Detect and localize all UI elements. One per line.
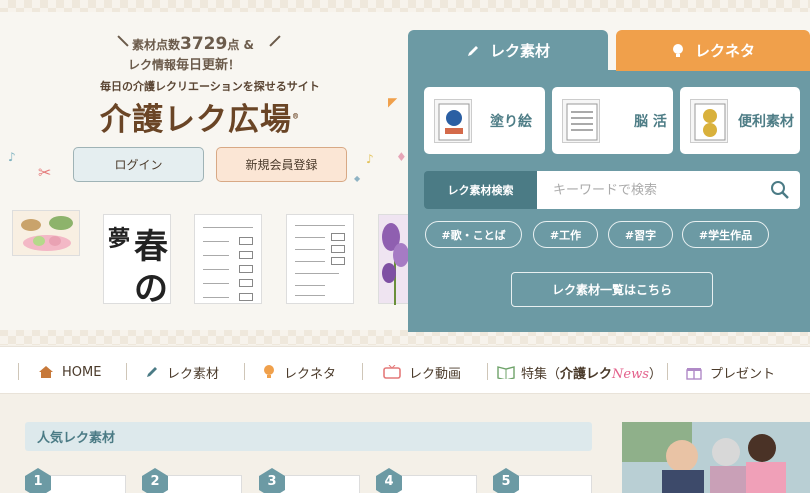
nav-label: 特集（介護レクNews）: [521, 363, 662, 382]
worksheet-thumbnail[interactable]: [286, 214, 354, 304]
category-label: 脳 活: [634, 113, 667, 130]
tag-craft[interactable]: #工作: [533, 221, 598, 248]
logo-registered-mark: ®: [292, 111, 300, 121]
nav-item-rec-material[interactable]: レク素材: [145, 361, 219, 383]
tab-rec-material[interactable]: レク素材: [408, 30, 608, 71]
nav-feature-label: 特集（: [521, 366, 561, 382]
worksheet-thumbnail[interactable]: [194, 214, 262, 304]
calligraphy-char: 夢: [108, 226, 131, 252]
global-nav: HOME レク素材 レクネタ レク動画 特集（介護レクNews） プレゼント: [0, 346, 810, 394]
rank-number: 2: [150, 474, 160, 489]
rank-badge: 1: [24, 468, 52, 493]
confetti-icon: ◤: [388, 95, 398, 109]
rank-badge: 4: [375, 468, 403, 493]
tagline2-suffix: ！: [228, 58, 241, 72]
tag-song-words[interactable]: #歌・ことば: [425, 221, 522, 248]
nav-label: HOME: [62, 364, 102, 380]
food-thumbnail[interactable]: [12, 210, 80, 256]
nav-item-home[interactable]: HOME: [38, 361, 101, 383]
nav-label: プレゼント: [710, 366, 776, 382]
pencil-icon: [467, 45, 478, 56]
category-brain[interactable]: 脳 活: [552, 87, 673, 154]
login-button[interactable]: ログイン: [73, 147, 204, 182]
rank-badge: 2: [141, 468, 169, 493]
nav-feature-suffix: ）: [648, 366, 662, 382]
material-list-button[interactable]: レク素材一覧はこちら: [511, 272, 713, 307]
category-label: 便利素材: [738, 113, 794, 130]
calligraphy-char: の: [134, 269, 168, 309]
music-note-icon: ♪: [366, 152, 374, 166]
search-input[interactable]: [537, 171, 800, 209]
tag-student-work[interactable]: #学生作品: [682, 221, 769, 248]
lightbulb-icon: [672, 43, 683, 57]
caregivers-image: [622, 422, 810, 493]
rank-number: 5: [501, 474, 511, 489]
rank-number: 3: [267, 474, 277, 489]
iris-flower-icon: [382, 223, 409, 305]
nav-separator: [487, 363, 488, 380]
tab-rec-neta[interactable]: レクネタ: [616, 30, 810, 71]
coin-material-icon: [690, 98, 728, 143]
nav-separator: [126, 363, 127, 380]
nav-separator: [667, 363, 668, 380]
category-useful[interactable]: 便利素材: [680, 87, 800, 154]
material-count: 3729: [180, 34, 228, 54]
category-label: 塗り絵: [490, 113, 532, 130]
gift-icon: [686, 368, 702, 380]
logo-text: 介護レク広場: [100, 102, 292, 138]
rank-number: 4: [384, 474, 394, 489]
nav-separator: [18, 363, 19, 380]
calligraphy-thumbnail[interactable]: 夢 春 の: [103, 214, 171, 309]
search-icon[interactable]: [770, 180, 790, 200]
music-note-icon: ♪: [8, 150, 16, 164]
search-label: レク素材検索: [424, 171, 537, 209]
register-button[interactable]: 新規会員登録: [216, 147, 347, 182]
tagline2-prefix: レク情報: [128, 58, 177, 72]
wagashi-icon: [21, 216, 73, 251]
book-icon: [497, 366, 515, 379]
tag-calligraphy[interactable]: #習字: [608, 221, 673, 248]
brain-worksheet-icon: [562, 98, 600, 143]
tagline-update: レク情報毎日更新！: [128, 54, 240, 73]
tagline-suffix: 点 &: [227, 38, 254, 52]
nav-item-rec-video[interactable]: レク動画: [383, 361, 461, 383]
pencil-icon: [147, 367, 157, 377]
category-coloring[interactable]: 塗り絵: [424, 87, 545, 154]
tab-label: レク素材: [489, 42, 550, 60]
tab-label: レクネタ: [694, 42, 755, 60]
scissors-icon: ✂: [38, 163, 52, 182]
flower-thumbnail[interactable]: [378, 214, 410, 305]
nav-label: レク動画: [409, 366, 462, 382]
confetti-icon: ◆: [354, 174, 361, 183]
confetti-icon: ♦: [396, 150, 407, 164]
caregiver-photo[interactable]: [622, 422, 810, 493]
tagline2-emph: 毎日更新: [176, 58, 229, 73]
nav-separator: [362, 363, 363, 380]
coloring-book-icon: [434, 98, 472, 143]
lightbulb-icon: [264, 365, 274, 378]
rank-badge: 5: [492, 468, 520, 493]
nav-separator: [244, 363, 245, 380]
tagline-prefix: 素材点数: [132, 38, 181, 52]
nav-feature-emph: 介護レク: [560, 366, 613, 382]
nav-item-present[interactable]: プレゼント: [686, 361, 775, 383]
tv-icon: [383, 365, 401, 379]
home-icon: [39, 366, 53, 378]
nav-feature-script: News: [612, 366, 649, 382]
nav-label: レク素材: [167, 366, 220, 382]
site-logo[interactable]: 介護レク広場®: [100, 94, 300, 139]
site-subtitle: 毎日の介護レクリエーションを探せるサイト: [100, 80, 320, 93]
nav-item-feature[interactable]: 特集（介護レクNews）: [497, 361, 662, 383]
nav-label: レクネタ: [284, 366, 337, 382]
nav-item-rec-neta[interactable]: レクネタ: [262, 361, 336, 383]
rank-badge: 3: [258, 468, 286, 493]
rank-number: 1: [33, 474, 43, 489]
tagline-count: 素材点数3729点 &: [132, 34, 254, 54]
popular-heading: 人気レク素材: [25, 422, 592, 451]
